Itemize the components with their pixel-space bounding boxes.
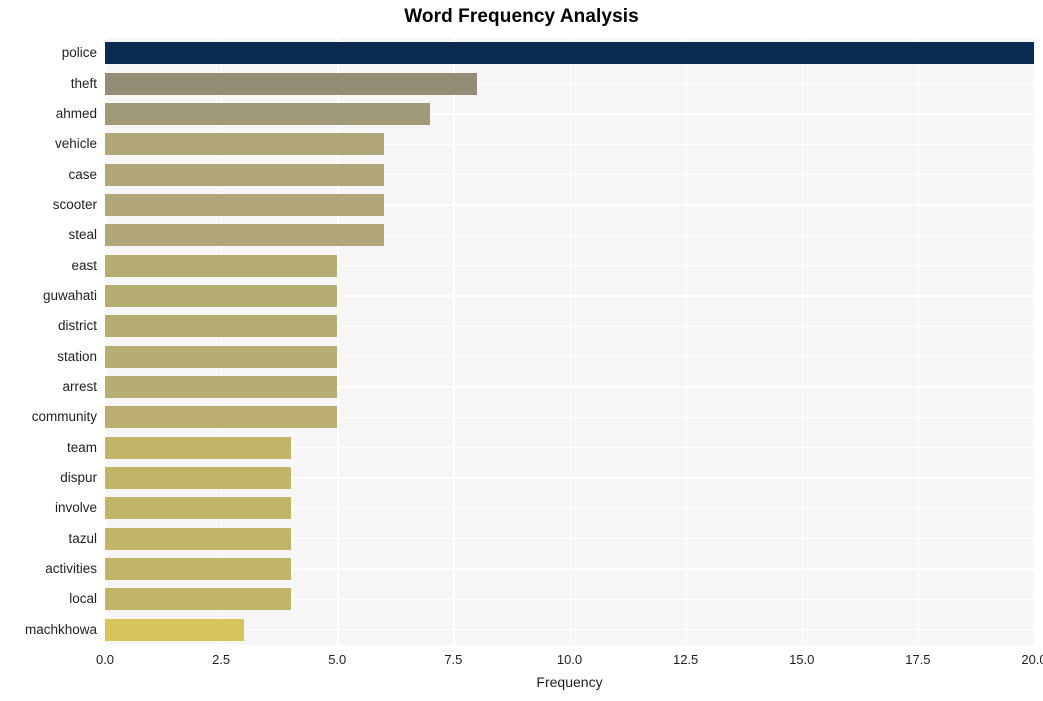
y-axis-tick-label: scooter (52, 196, 97, 212)
y-axis-tick-label: guwahati (42, 287, 97, 303)
y-axis-tick-label: police (61, 45, 97, 61)
x-axis-label: Frequency (536, 674, 603, 690)
y-axis-tick-label: arrest (62, 379, 97, 395)
y-axis-tick-label: team (66, 439, 97, 455)
x-axis-tick-label: 0.0 (95, 652, 115, 667)
y-axis-tick-label: dispur (60, 470, 97, 486)
chart-figure: Word Frequency Analysis police theft ahmed… (0, 0, 1043, 701)
y-axis-tick-labels: police theft ahmed vehicle case scooter steal e… (0, 38, 1043, 645)
y-axis-tick-label: steal (68, 227, 97, 243)
x-axis-tick-label: 7.5 (444, 652, 463, 667)
y-axis-tick-label: district (57, 318, 97, 334)
x-axis-tick-label: 10.0 (556, 652, 583, 667)
y-axis-tick-label: east (71, 257, 97, 273)
x-axis-tick-label: 5.0 (328, 652, 347, 667)
chart-title: Word Frequency Analysis (404, 6, 639, 27)
y-axis-tick-label: involve (54, 500, 97, 516)
y-axis-tick-label: tazul (68, 530, 97, 546)
y-axis-tick-label: community (31, 409, 97, 425)
y-axis-tick-label: case (68, 166, 97, 182)
y-axis-tick-label: local (69, 591, 97, 607)
x-axis-tick-label: 12.5 (672, 652, 699, 667)
y-axis-tick-label: vehicle (54, 136, 97, 152)
y-axis-tick-label: theft (70, 75, 97, 91)
x-axis-tick-label: 2.5 (212, 652, 231, 667)
x-axis-tick-label: 17.5 (905, 652, 931, 667)
y-axis-tick-label: activities (45, 561, 97, 577)
y-axis-tick-label: ahmed (55, 105, 97, 121)
x-axis-tick-label: 20.0 (1021, 652, 1043, 667)
x-axis-tick-label: 15.0 (789, 652, 815, 667)
x-axis-tick-labels: 0.0 2.5 5.0 7.5 10.0 12.5 15.0 17.5 20.0 (0, 645, 1043, 675)
y-axis-tick-label: machkhowa (24, 621, 97, 637)
y-axis-tick-label: station (57, 348, 97, 364)
